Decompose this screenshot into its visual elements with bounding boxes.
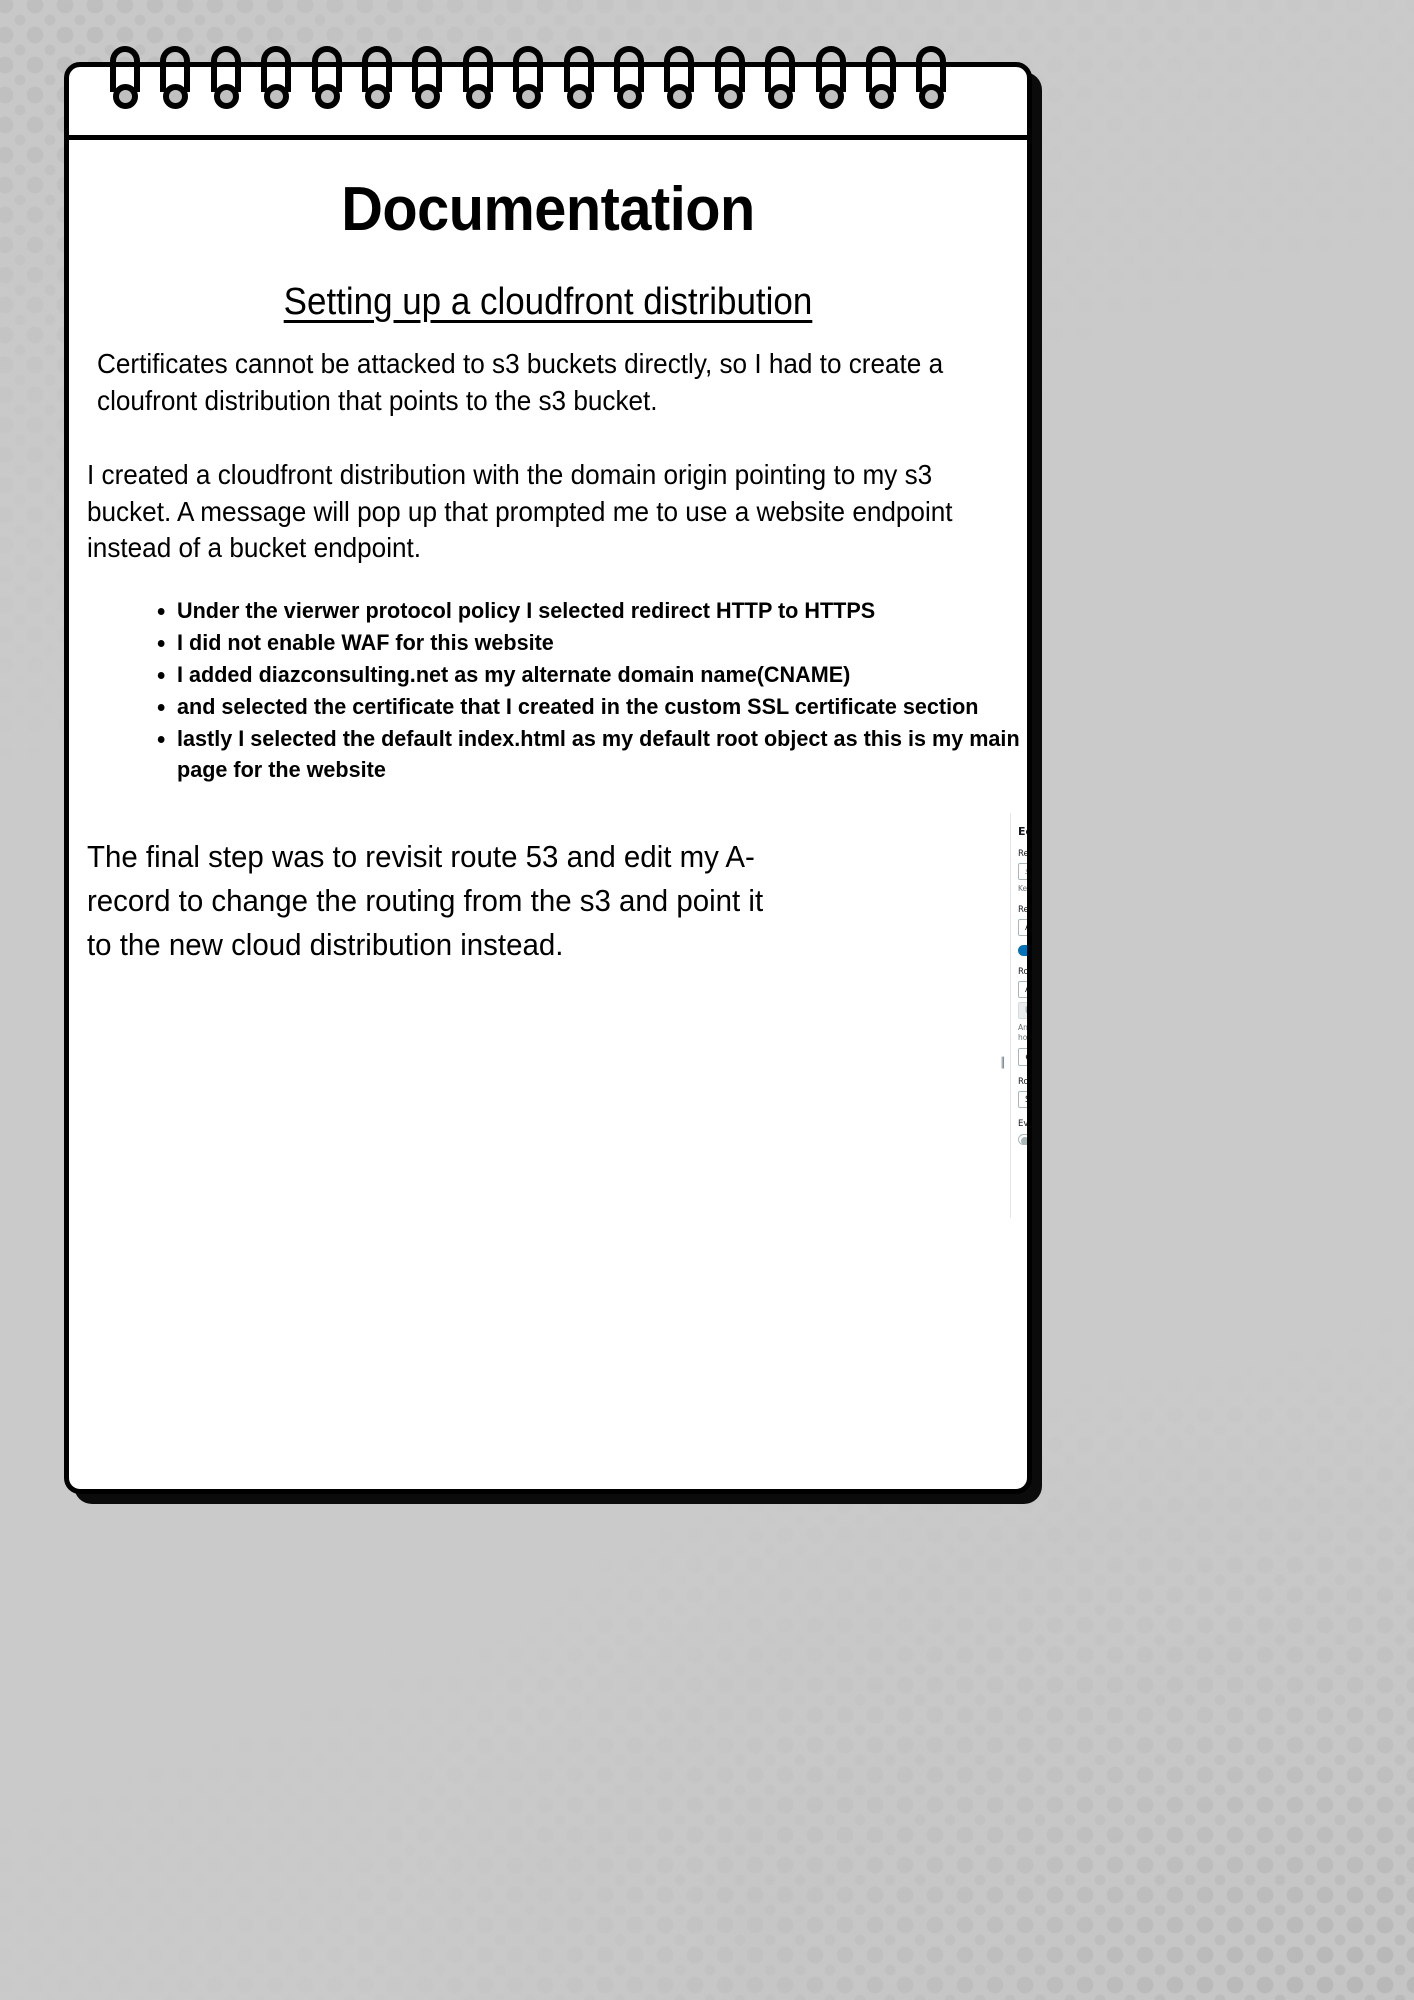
route-traffic-select[interactable]: Alias to CloudFront distribution ▼	[1018, 981, 1031, 999]
routing-policy-select-value: Simple routing	[1025, 1094, 1031, 1105]
intro-paragraph: Certificates cannot be attacked to s3 bu…	[97, 348, 944, 416]
record-type-label-row: Record type Info	[1018, 905, 1032, 916]
list-item: I added diazconsulting.net as my alterna…	[177, 659, 1027, 690]
record-name-label: Record name	[1018, 849, 1032, 859]
record-type-label: Record type	[1018, 905, 1032, 916]
route-traffic-label: Route traffic to	[1018, 967, 1029, 978]
panel-header: Edit record	[1018, 813, 1032, 838]
closing-paragraph: The final step was to revisit route 53 a…	[87, 839, 764, 963]
record-name-input-placeholder: subdomain	[1025, 866, 1030, 877]
record-name-hint: Keep blank to create a record for the ro…	[1018, 884, 1032, 893]
configuration-bullet-list: Under the vierwer protocol policy I sele…	[69, 595, 1027, 785]
panel-footer: Cancel Save	[1018, 1167, 1027, 1187]
route-traffic-label-row: Route traffic to Info	[1018, 967, 1029, 978]
routing-policy-select[interactable]: Simple routing ▼	[1018, 1091, 1031, 1109]
section-heading: Setting up a cloudfront distribution	[283, 281, 813, 323]
routing-policy-label-row: Routing policy Info	[1018, 1077, 1029, 1088]
region-select-value: US East (N. Virginia)	[1025, 1005, 1032, 1016]
body-paragraph: I created a cloudfront distribution with…	[87, 459, 953, 564]
route-traffic-hint: An alias to a CloudFront distribution an…	[1018, 1023, 1032, 1043]
list-item: lastly I selected the default index.html…	[177, 723, 1027, 785]
notebook: Documentation Setting up a cloudfront di…	[64, 62, 1042, 1504]
record-name-label-row: Record name Info	[1018, 849, 1032, 859]
list-item: and selected the certificate that I crea…	[177, 691, 1027, 722]
notepad-page: Documentation Setting up a cloudfront di…	[64, 62, 1032, 1494]
list-item: I did not enable WAF for this website	[177, 627, 1027, 658]
evaluate-target-health-toggle-row[interactable]: No	[1018, 1134, 1027, 1146]
page-title: Documentation	[341, 175, 755, 244]
alias-toggle[interactable]	[1018, 945, 1027, 957]
panel-left-gutter	[996, 813, 1011, 1218]
evaluate-target-health-label: Evaluate target health	[1018, 1119, 1029, 1130]
record-type-select[interactable]: A – Routes traffic to an IPv4 address an…	[1018, 919, 1031, 937]
list-item: Under the vierwer protocol policy I sele…	[177, 595, 1027, 626]
alias-toggle-row[interactable]: Alias	[1018, 945, 1027, 957]
aws-route53-edit-record-screenshot: ║ Edit record	[996, 813, 1032, 1218]
route-traffic-select-value: Alias to CloudFront distribution	[1025, 984, 1031, 995]
page-content: Documentation Setting up a cloudfront di…	[69, 140, 1027, 1489]
drag-handle-icon: ║	[1000, 1058, 1006, 1069]
routing-policy-label: Routing policy	[1018, 1077, 1029, 1088]
search-icon	[1025, 1053, 1027, 1062]
record-type-select-value: A – Routes traffic to an IPv4 address an…	[1025, 922, 1031, 933]
evaluate-target-health-toggle[interactable]	[1018, 1134, 1027, 1146]
panel-title: Edit record	[1018, 825, 1032, 838]
cloudfront-distribution-search-input[interactable]: d2a3qfe4dytg3s.cloudfront.net.	[1018, 1048, 1027, 1067]
record-name-input[interactable]: subdomain	[1018, 863, 1030, 880]
region-select: US East (N. Virginia) ▼	[1018, 1002, 1032, 1020]
